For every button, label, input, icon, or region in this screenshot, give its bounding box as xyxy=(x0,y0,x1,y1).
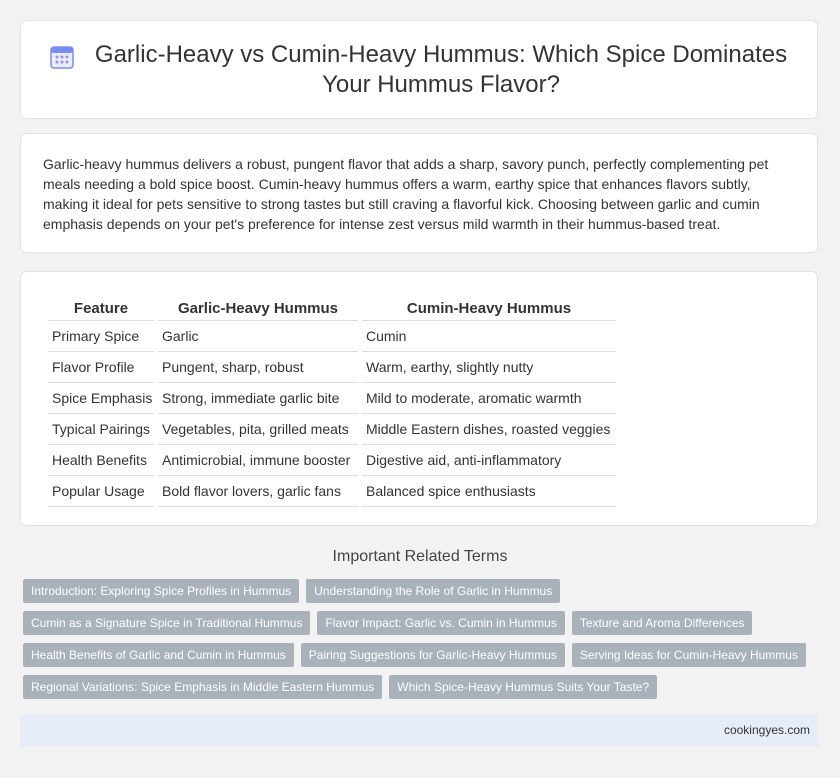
table-cell: Balanced spice enthusiasts xyxy=(362,476,616,507)
table-card: Feature Garlic-Heavy Hummus Cumin-Heavy … xyxy=(20,271,818,526)
related-tag[interactable]: Understanding the Role of Garlic in Humm… xyxy=(306,579,561,603)
header-cumin: Cumin-Heavy Hummus xyxy=(362,294,616,321)
related-tag[interactable]: Texture and Aroma Differences xyxy=(571,611,753,635)
summary-card: Garlic-heavy hummus delivers a robust, p… xyxy=(20,133,818,253)
related-tag[interactable]: Regional Variations: Spice Emphasis in M… xyxy=(23,675,383,699)
table-cell: Health Benefits xyxy=(48,445,154,476)
comparison-table: Feature Garlic-Heavy Hummus Cumin-Heavy … xyxy=(44,294,620,507)
table-row: Flavor Profile Pungent, sharp, robust Wa… xyxy=(48,352,616,383)
table-cell: Warm, earthy, slightly nutty xyxy=(362,352,616,383)
table-row: Popular Usage Bold flavor lovers, garlic… xyxy=(48,476,616,507)
calendar-icon xyxy=(50,45,74,69)
tag-row: Introduction: Exploring Spice Profiles i… xyxy=(23,579,823,603)
related-terms-title: Important Related Terms xyxy=(332,548,508,565)
table-cell: Primary Spice xyxy=(48,321,154,352)
table-cell: Flavor Profile xyxy=(48,352,154,383)
table-row: Health Benefits Antimicrobial, immune bo… xyxy=(48,445,616,476)
summary-text: Garlic-heavy hummus delivers a robust, p… xyxy=(43,156,769,232)
related-tag[interactable]: Serving Ideas for Cumin-Heavy Hummus xyxy=(571,643,806,667)
title-card: Garlic-Heavy vs Cumin-Heavy Hummus: Whic… xyxy=(20,20,818,119)
table-cell: Cumin xyxy=(362,321,616,352)
table-cell: Digestive aid, anti-inflammatory xyxy=(362,445,616,476)
table-row: Primary Spice Garlic Cumin xyxy=(48,321,616,352)
table-cell: Pungent, sharp, robust xyxy=(158,352,358,383)
table-cell: Bold flavor lovers, garlic fans xyxy=(158,476,358,507)
page-title: Garlic-Heavy vs Cumin-Heavy Hummus: Whic… xyxy=(94,40,788,98)
related-tag[interactable]: Which Spice-Heavy Hummus Suits Your Tast… xyxy=(389,675,658,699)
title-wrap: Garlic-Heavy vs Cumin-Heavy Hummus: Whic… xyxy=(49,40,789,100)
footer-site-link[interactable]: cookingyes.com xyxy=(724,723,810,737)
table-cell: Antimicrobial, immune booster xyxy=(158,445,358,476)
table-row: Typical Pairings Vegetables, pita, grill… xyxy=(48,414,616,445)
related-tag[interactable]: Cumin as a Signature Spice in Traditiona… xyxy=(23,611,311,635)
related-tag[interactable]: Introduction: Exploring Spice Profiles i… xyxy=(23,579,300,603)
table-cell: Popular Usage xyxy=(48,476,154,507)
related-tag[interactable]: Pairing Suggestions for Garlic-Heavy Hum… xyxy=(300,643,565,667)
related-tags: Introduction: Exploring Spice Profiles i… xyxy=(23,579,823,707)
table-cell: Vegetables, pita, grilled meats xyxy=(158,414,358,445)
table-cell: Strong, immediate garlic bite xyxy=(158,383,358,414)
table-header-row: Feature Garlic-Heavy Hummus Cumin-Heavy … xyxy=(48,294,616,321)
table-cell: Mild to moderate, aromatic warmth xyxy=(362,383,616,414)
table-cell: Middle Eastern dishes, roasted veggies xyxy=(362,414,616,445)
related-tag[interactable]: Flavor Impact: Garlic vs. Cumin in Hummu… xyxy=(317,611,565,635)
header-feature: Feature xyxy=(48,294,154,321)
table-cell: Typical Pairings xyxy=(48,414,154,445)
tag-row: Cumin as a Signature Spice in Traditiona… xyxy=(23,611,823,635)
tag-row: Regional Variations: Spice Emphasis in M… xyxy=(23,675,823,699)
header-garlic: Garlic-Heavy Hummus xyxy=(158,294,358,321)
table-cell: Spice Emphasis xyxy=(48,383,154,414)
related-tag[interactable]: Health Benefits of Garlic and Cumin in H… xyxy=(23,643,294,667)
table-cell: Garlic xyxy=(158,321,358,352)
footer: cookingyes.com xyxy=(20,714,818,747)
tag-row: Health Benefits of Garlic and Cumin in H… xyxy=(23,643,823,667)
table-row: Spice Emphasis Strong, immediate garlic … xyxy=(48,383,616,414)
